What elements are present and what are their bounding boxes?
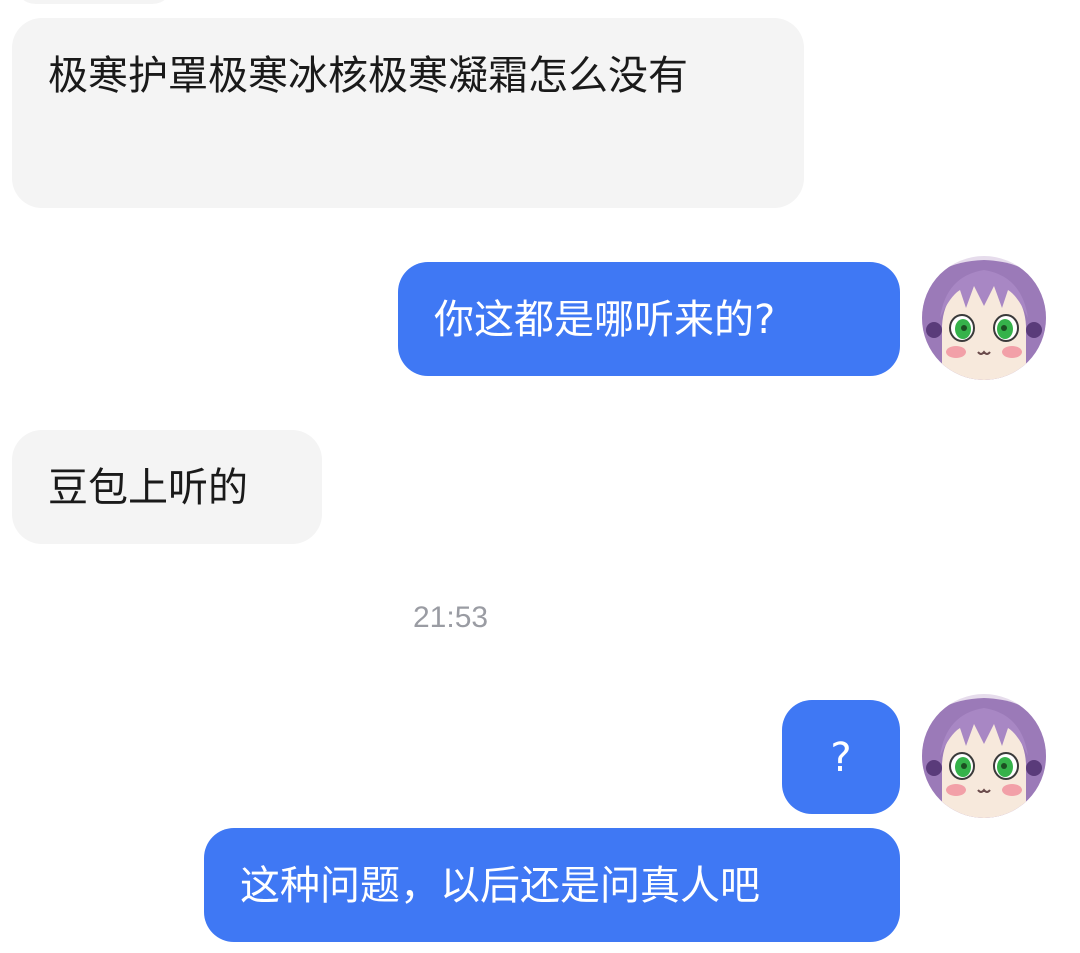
message-text: 这种问题，以后还是问真人吧 (240, 863, 760, 909)
user-avatar[interactable] (922, 694, 1046, 818)
message-text: 豆包上听的 (48, 465, 248, 511)
avatar-icon (922, 256, 1046, 380)
message-timestamp: 21:53 (413, 601, 489, 634)
message-bubble-outgoing[interactable]: 这种问题，以后还是问真人吧 (204, 828, 900, 942)
message-text: ? (830, 735, 852, 781)
message-bubble-outgoing[interactable]: ? (782, 700, 900, 814)
message-bubble-incoming[interactable]: 豆包上听的 (12, 430, 322, 544)
previous-message-bubble[interactable] (14, 0, 174, 4)
message-text: 你这都是哪听来的? (434, 297, 776, 343)
message-bubble-incoming[interactable]: 极寒护罩极寒冰核极寒凝霜怎么没有 (12, 18, 804, 208)
message-text: 极寒护罩极寒冰核极寒凝霜怎么没有 (48, 53, 688, 99)
message-bubble-outgoing[interactable]: 你这都是哪听来的? (398, 262, 900, 376)
user-avatar[interactable] (922, 256, 1046, 380)
avatar-icon (922, 694, 1046, 818)
